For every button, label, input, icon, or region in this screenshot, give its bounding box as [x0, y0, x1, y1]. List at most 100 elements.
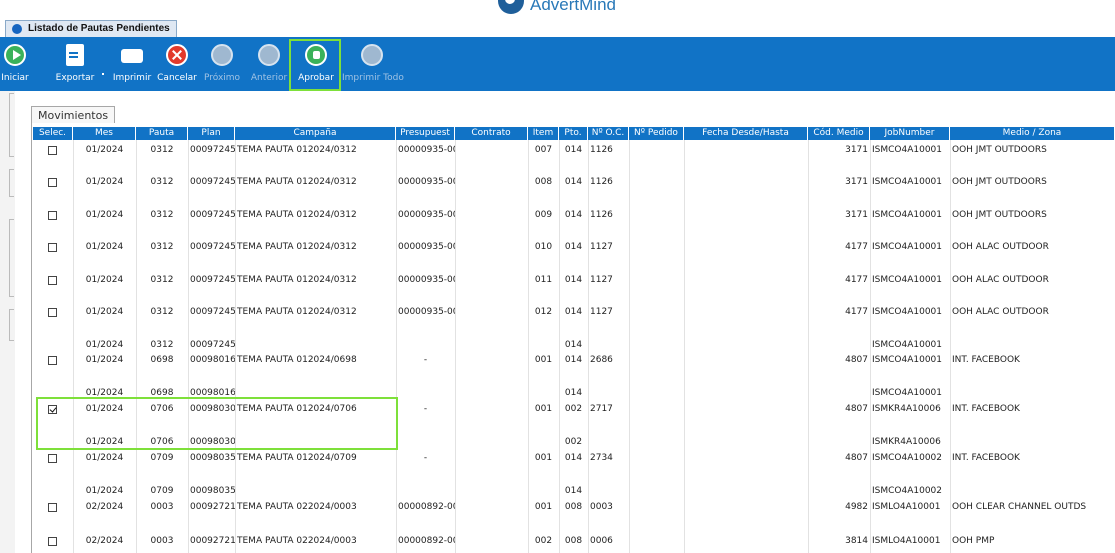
row-select-checkbox[interactable]: [48, 211, 57, 220]
col-presupuesto-header[interactable]: Presupuest: [396, 127, 455, 140]
row-select-checkbox[interactable]: [48, 308, 57, 317]
col-jobnumber-cell: ISMLO4A10001: [872, 502, 941, 512]
col-pto-cell: 002: [564, 404, 583, 414]
col-mes-cell: 01/2024: [85, 242, 124, 252]
col-mes-cell: 01/2024: [85, 486, 124, 496]
table-row[interactable]: 02/2024 0003 00092721 TEMA PAUTA 022024/000…: [33, 502, 1115, 513]
brand-name: AdvertMind: [530, 0, 616, 14]
col-cod-medio-cell: 4177: [845, 275, 868, 285]
col-pto-cell: 014: [564, 388, 583, 398]
col-oc-cell: [588, 340, 629, 351]
col-pedido-header[interactable]: Nº Pedido: [629, 127, 684, 140]
col-pto-cell: 014: [564, 242, 583, 252]
col-pauta-header[interactable]: Pauta: [136, 127, 188, 140]
gutter-handle[interactable]: [9, 93, 14, 157]
col-mes-cell: 02/2024: [85, 502, 124, 512]
col-pto-cell: 008: [564, 536, 583, 546]
window-tab-title: Listado de Pautas Pendientes: [28, 23, 170, 34]
exportar-button[interactable]: Exportar: [48, 37, 102, 91]
col-oc-cell: 0006: [590, 536, 613, 546]
col-item-cell: 009: [534, 210, 553, 220]
col-pauta-cell: 0312: [150, 210, 174, 220]
col-cod-medio-header[interactable]: Cód. Medio: [808, 127, 870, 140]
proximo-label: Próximo: [203, 73, 241, 83]
col-campana-cell: [235, 486, 396, 497]
col-oc-cell: [588, 486, 629, 497]
col-presupuesto-cell: [396, 388, 455, 399]
col-oc-header[interactable]: Nº O.C.: [588, 127, 629, 140]
table-row[interactable]: 01/2024 0709 00098035 014 ISMCO4A10002: [33, 486, 1115, 497]
col-pauta-cell: 0312: [150, 307, 174, 317]
export-icon: [66, 44, 84, 66]
col-campana-cell: TEMA PAUTA 012024/0312: [237, 275, 357, 285]
table-row[interactable]: 01/2024 0312 00097245 TEMA PAUTA 012024/031…: [33, 210, 1115, 221]
cancelar-button[interactable]: Cancelar: [156, 37, 198, 91]
col-oc-cell: 1127: [590, 242, 613, 252]
col-medio-zona-header[interactable]: Medio / Zona: [950, 127, 1115, 140]
row-select-checkbox[interactable]: [48, 146, 57, 155]
col-cod-medio-cell: 4982: [845, 502, 868, 512]
gutter-handle[interactable]: [9, 309, 14, 341]
col-oc-cell: 2717: [590, 404, 613, 414]
table-row[interactable]: 01/2024 0709 00098035 TEMA PAUTA 012024/070…: [33, 453, 1115, 464]
col-plan-header[interactable]: Plan: [188, 127, 235, 140]
col-pauta-cell: 0003: [150, 502, 174, 512]
previous-icon: [258, 44, 280, 66]
proximo-button[interactable]: Próximo: [202, 37, 242, 91]
col-oc-cell: 1127: [590, 275, 613, 285]
table-row[interactable]: 01/2024 0698 00098016 TEMA PAUTA 012024/069…: [33, 355, 1115, 366]
table-row[interactable]: 01/2024 0312 00097245 TEMA PAUTA 012024/031…: [33, 242, 1115, 253]
col-oc-cell: [588, 437, 629, 448]
col-pauta-cell: 0312: [150, 340, 174, 350]
col-jobnumber-header[interactable]: JobNumber: [870, 127, 950, 140]
grid-header: Selec. Mes Pauta Plan Campaña Presupuest Contr…: [33, 127, 1115, 140]
col-cod-medio-cell: [808, 437, 870, 448]
col-medio-zona-cell: [950, 486, 1115, 497]
row-select-checkbox[interactable]: [48, 454, 57, 463]
row-select-checkbox[interactable]: [48, 243, 57, 252]
col-jobnumber-cell: ISMCO4A10002: [872, 486, 943, 496]
table-row[interactable]: 01/2024 0312 00097245 TEMA PAUTA 012024/031…: [33, 177, 1115, 188]
table-row[interactable]: 01/2024 0312 00097245 014 ISMCO4A10001: [33, 340, 1115, 351]
col-presupuesto-cell: 00000935-00: [398, 275, 455, 285]
window-tab[interactable]: Listado de Pautas Pendientes: [5, 20, 177, 37]
table-row[interactable]: 01/2024 0312 00097245 TEMA PAUTA 012024/031…: [33, 275, 1115, 286]
table-row[interactable]: 01/2024 0312 00097245 TEMA PAUTA 012024/031…: [33, 307, 1115, 318]
col-mes-cell: 01/2024: [85, 145, 124, 155]
col-pauta-cell: 0312: [150, 177, 174, 187]
col-jobnumber-cell: ISMCO4A10001: [872, 388, 943, 398]
col-pto-header[interactable]: Pto.: [559, 127, 588, 140]
col-medio-zona-cell: [950, 437, 1115, 448]
row-select-checkbox[interactable]: [48, 356, 57, 365]
col-cod-medio-cell: 3171: [845, 210, 868, 220]
export-dropdown-caret[interactable]: [102, 73, 104, 75]
tab-movimientos[interactable]: Movimientos: [31, 106, 115, 123]
col-selec-header[interactable]: Selec.: [33, 127, 73, 140]
row-select-checkbox[interactable]: [48, 537, 57, 546]
exportar-label: Exportar: [55, 73, 95, 83]
col-plan-cell: 00097245: [190, 145, 235, 155]
col-fecha-header[interactable]: Fecha Desde/Hasta: [684, 127, 808, 140]
col-mes-header[interactable]: Mes: [73, 127, 136, 140]
table-row[interactable]: 01/2024 0312 00097245 TEMA PAUTA 012024/031…: [33, 145, 1115, 156]
gutter-handle[interactable]: [9, 219, 14, 297]
row-select-checkbox[interactable]: [48, 503, 57, 512]
col-medio-zona-cell: [950, 340, 1115, 351]
col-campana-header[interactable]: Campaña: [235, 127, 396, 140]
col-pto-cell: 014: [564, 275, 583, 285]
row-select-checkbox[interactable]: [48, 178, 57, 187]
col-item-header[interactable]: Item: [528, 127, 559, 140]
col-oc-cell: [588, 388, 629, 399]
imprimir-todo-button[interactable]: Imprimir Todo: [342, 37, 404, 91]
col-cod-medio-cell: [808, 388, 870, 399]
col-contrato-header[interactable]: Contrato: [455, 127, 528, 140]
table-row[interactable]: 02/2024 0003 00092721 TEMA PAUTA 022024/000…: [33, 536, 1115, 547]
row-select-checkbox[interactable]: [48, 276, 57, 285]
anterior-button[interactable]: Anterior: [248, 37, 290, 91]
gutter-handle[interactable]: [9, 169, 14, 197]
col-medio-zona-cell: OOH JMT OUTDOORS: [952, 177, 1047, 187]
iniciar-button[interactable]: Iniciar: [0, 37, 30, 91]
col-jobnumber-cell: ISMCO4A10001: [872, 210, 943, 220]
col-campana-cell: TEMA PAUTA 012024/0312: [237, 242, 357, 252]
imprimir-button[interactable]: Imprimir: [112, 37, 152, 91]
